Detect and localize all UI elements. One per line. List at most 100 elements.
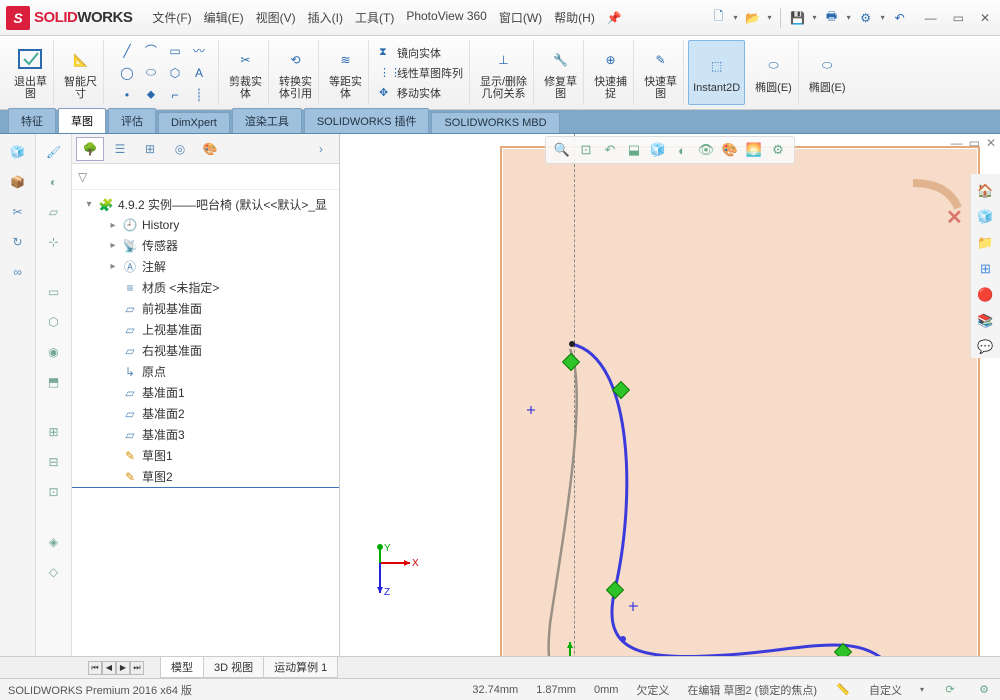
- open-icon[interactable]: 📂: [744, 9, 762, 27]
- status-settings-icon[interactable]: ⚙: [976, 682, 992, 698]
- tree-plane3[interactable]: ▱基准面3: [72, 424, 339, 445]
- view-orient-icon[interactable]: 🧊: [648, 140, 668, 160]
- move-button[interactable]: ✥移动实体: [377, 84, 465, 102]
- tree-right-plane[interactable]: ▱右视基准面: [72, 340, 339, 361]
- trim-button[interactable]: ✂ 剪裁实 体: [223, 40, 269, 105]
- tp-folder-icon[interactable]: 📁: [975, 232, 997, 254]
- tp-iso-icon[interactable]: 🧊: [975, 206, 997, 228]
- ellipse-tool-icon[interactable]: ⬥: [140, 85, 162, 105]
- confirm-corner[interactable]: ✕: [908, 178, 968, 231]
- rail2-more4-icon[interactable]: ⬒: [42, 370, 66, 394]
- point-tool-icon[interactable]: •: [116, 85, 138, 105]
- convert-button[interactable]: ⟲ 转换实 体引用: [273, 40, 319, 105]
- rail2-more1-icon[interactable]: ▭: [42, 280, 66, 304]
- tab-features[interactable]: 特征: [8, 108, 56, 133]
- btab-motion[interactable]: 运动算例 1: [263, 657, 338, 678]
- minimize-icon[interactable]: —: [921, 9, 941, 27]
- status-custom[interactable]: 自定义: [869, 682, 902, 698]
- rapid-sketch-button[interactable]: ✎ 快速草 图: [638, 40, 684, 105]
- mirror-button[interactable]: ⧗镜向实体: [377, 44, 465, 62]
- scroll-first-icon[interactable]: ⏮: [88, 661, 102, 675]
- pin-icon[interactable]: 📌: [607, 11, 622, 25]
- options-icon[interactable]: ⚙: [857, 9, 875, 27]
- tree-root[interactable]: ▾ 🧩 4.9.2 实例——吧台椅 (默认<<默认>_显: [72, 194, 339, 215]
- tab-render[interactable]: 渲染工具: [232, 108, 302, 133]
- menu-insert[interactable]: 插入(I): [304, 7, 347, 28]
- zoom-fit-icon[interactable]: 🔍: [552, 140, 572, 160]
- close-icon[interactable]: ✕: [976, 9, 994, 27]
- menu-help[interactable]: 帮助(H): [550, 7, 599, 28]
- rail-loft-icon[interactable]: ∞: [6, 260, 30, 284]
- tab-sketch[interactable]: 草图: [58, 108, 106, 133]
- exit-sketch-button[interactable]: 退出草 图: [8, 40, 54, 105]
- tree-sketch2[interactable]: ✎草图2: [72, 466, 339, 488]
- menu-edit[interactable]: 编辑(E): [200, 7, 248, 28]
- fillet-tool-icon[interactable]: ⌐: [164, 85, 186, 105]
- quick-snap-button[interactable]: ⊕ 快速捕 捉: [588, 40, 634, 105]
- tree-material[interactable]: ≡材质 <未指定>: [72, 277, 339, 298]
- status-unit-icon[interactable]: 📏: [835, 682, 851, 698]
- menu-window[interactable]: 窗口(W): [495, 7, 546, 28]
- rail2-paint-icon[interactable]: 🖌: [42, 140, 66, 164]
- tp-home-icon[interactable]: 🏠: [975, 180, 997, 202]
- graphics-viewport[interactable]: 🔍 ⊡ ↶ ⬓ 🧊 ◐ 👁 🎨 🌅 ⚙ — ▭ ✕ ✕: [340, 134, 1000, 656]
- rail2-plane-icon[interactable]: ▱: [42, 200, 66, 224]
- tree-history[interactable]: ▸🕘History: [72, 215, 339, 235]
- spline-tool-icon[interactable]: 〰: [188, 41, 210, 61]
- rail2-more2-icon[interactable]: ⬡: [42, 310, 66, 334]
- vp-close-icon[interactable]: ✕: [986, 136, 996, 150]
- tree-plane1[interactable]: ▱基准面1: [72, 382, 339, 403]
- view-settings-icon[interactable]: ⚙: [768, 140, 788, 160]
- menu-photoview[interactable]: PhotoView 360: [402, 7, 491, 28]
- repair-button[interactable]: 🔧 修复草 图: [538, 40, 584, 105]
- scroll-last-icon[interactable]: ⏭: [130, 661, 144, 675]
- status-rebuild-icon[interactable]: ⟳: [942, 682, 958, 698]
- tab-dimxpert[interactable]: DimXpert: [158, 112, 230, 133]
- zoom-area-icon[interactable]: ⊡: [576, 140, 596, 160]
- show-relations-button[interactable]: ⊥ 显示/删除 几何关系: [474, 40, 534, 105]
- text-tool-icon[interactable]: A: [188, 63, 210, 83]
- display-style-icon[interactable]: ◐: [672, 140, 692, 160]
- feature-tree[interactable]: ▾ 🧩 4.9.2 实例——吧台椅 (默认<<默认>_显 ▸🕘History ▸…: [72, 190, 339, 656]
- fm-tab-display[interactable]: ◎: [166, 137, 194, 161]
- menu-file[interactable]: 文件(F): [148, 7, 195, 28]
- prev-view-icon[interactable]: ↶: [600, 140, 620, 160]
- tp-layers-icon[interactable]: ⊞: [975, 258, 997, 280]
- fm-tab-config[interactable]: ☰: [106, 137, 134, 161]
- tab-evaluate[interactable]: 评估: [108, 108, 156, 133]
- apply-scene-icon[interactable]: 🌅: [744, 140, 764, 160]
- polygon-tool-icon[interactable]: ⬡: [164, 63, 186, 83]
- view-triad[interactable]: X Y Z: [360, 543, 420, 606]
- fm-tab-tree[interactable]: 🌳: [76, 137, 104, 161]
- rail-feature-icon[interactable]: 🧊: [6, 140, 30, 164]
- fm-tab-appearance[interactable]: 🎨: [196, 137, 224, 161]
- slot-tool-icon[interactable]: ⬭: [140, 63, 162, 83]
- fm-tab-props[interactable]: ⊞: [136, 137, 164, 161]
- tree-front-plane[interactable]: ▱前视基准面: [72, 298, 339, 319]
- tree-origin[interactable]: ↳原点: [72, 361, 339, 382]
- save-icon[interactable]: 💾: [789, 9, 807, 27]
- instant2d-button[interactable]: ⬚ Instant2D: [688, 40, 745, 105]
- rail2-more5-icon[interactable]: ⊞: [42, 420, 66, 444]
- linear-pattern-button[interactable]: ⋮⋮线性草图阵列: [377, 64, 465, 82]
- edit-appearance-icon[interactable]: 🎨: [720, 140, 740, 160]
- maximize-icon[interactable]: ▭: [949, 9, 968, 27]
- menu-view[interactable]: 视图(V): [252, 7, 300, 28]
- centerline-tool-icon[interactable]: ┊: [188, 85, 210, 105]
- rail2-more7-icon[interactable]: ⊡: [42, 480, 66, 504]
- offset-button[interactable]: ≋ 等距实 体: [323, 40, 369, 105]
- ellipse1-button[interactable]: ⬭ 椭圆(E): [749, 40, 799, 105]
- tree-plane2[interactable]: ▱基准面2: [72, 403, 339, 424]
- rail2-axis-icon[interactable]: ⊹: [42, 230, 66, 254]
- tp-appearance-icon[interactable]: 🔴: [975, 284, 997, 306]
- smart-dimension-button[interactable]: 📐 智能尺 寸: [58, 40, 104, 105]
- vp-max-icon[interactable]: ▭: [969, 136, 980, 150]
- tree-sensors[interactable]: ▸📡传感器: [72, 235, 339, 256]
- ellipse2-button[interactable]: ⬭ 椭圆(E): [803, 40, 852, 105]
- tab-addins[interactable]: SOLIDWORKS 插件: [304, 108, 430, 133]
- tp-library-icon[interactable]: 📚: [975, 310, 997, 332]
- tab-mbd[interactable]: SOLIDWORKS MBD: [431, 112, 559, 133]
- print-icon[interactable]: 🖶: [823, 9, 841, 27]
- expander-icon[interactable]: ▾: [84, 199, 94, 210]
- rail2-more8-icon[interactable]: ◈: [42, 530, 66, 554]
